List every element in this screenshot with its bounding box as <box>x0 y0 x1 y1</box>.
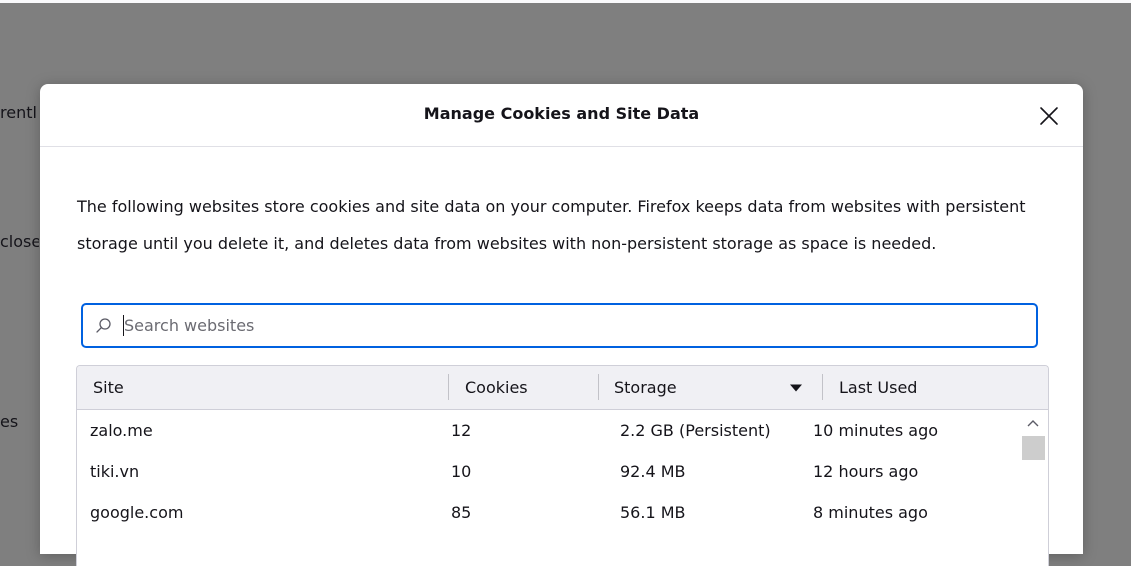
last-used-cell: 10 minutes ago <box>813 421 939 440</box>
dialog-description: The following websites store cookies and… <box>77 197 1026 253</box>
column-divider[interactable] <box>822 374 823 400</box>
last-used-cell: 8 minutes ago <box>813 503 928 522</box>
storage-cell: 92.4 MB <box>620 462 686 481</box>
search-icon <box>95 317 112 334</box>
manage-cookies-dialog: Manage Cookies and Site Data The followi… <box>40 84 1083 566</box>
background-text-fragment: rentl <box>0 103 37 122</box>
scroll-up-arrow-icon[interactable] <box>1026 418 1040 428</box>
column-header-last-used[interactable]: Last Used <box>839 366 917 409</box>
table-header: Site Cookies Storage Last Used <box>77 366 1048 410</box>
site-data-table: Site Cookies Storage Last Used zalo.me 1… <box>76 365 1049 566</box>
column-header-storage[interactable]: Storage <box>614 366 677 409</box>
storage-cell: 56.1 MB <box>620 503 686 522</box>
table-row[interactable]: google.com 85 56.1 MB 8 minutes ago <box>77 492 1019 533</box>
column-header-cookies[interactable]: Cookies <box>465 366 528 409</box>
column-divider[interactable] <box>598 374 599 400</box>
cookies-cell: 10 <box>451 462 472 481</box>
table-row[interactable]: zalo.me 12 2.2 GB (Persistent) 10 minute… <box>77 410 1019 451</box>
column-divider[interactable] <box>448 374 449 400</box>
sort-descending-icon <box>789 383 803 393</box>
close-button[interactable] <box>1033 100 1065 132</box>
vertical-scrollbar[interactable] <box>1021 410 1046 566</box>
dialog-title: Manage Cookies and Site Data <box>423 104 700 123</box>
background-text-fragment: es <box>0 412 19 431</box>
cookies-cell: 85 <box>451 503 472 522</box>
window-top-strip <box>0 0 1131 3</box>
storage-cell: 2.2 GB (Persistent) <box>620 421 771 440</box>
search-websites-field[interactable] <box>81 303 1038 348</box>
scroll-thumb[interactable] <box>1022 436 1045 460</box>
column-header-site[interactable]: Site <box>93 366 124 409</box>
site-cell: google.com <box>90 503 184 522</box>
close-icon <box>1040 107 1058 125</box>
site-cell: zalo.me <box>90 421 153 440</box>
dialog-header: Manage Cookies and Site Data <box>40 84 1083 147</box>
last-used-cell: 12 hours ago <box>813 462 919 481</box>
background-text-fragment: close <box>0 232 39 251</box>
search-input[interactable] <box>124 305 1014 346</box>
site-cell: tiki.vn <box>90 462 140 481</box>
table-row[interactable]: tiki.vn 10 92.4 MB 12 hours ago <box>77 451 1019 492</box>
cookies-cell: 12 <box>451 421 472 440</box>
